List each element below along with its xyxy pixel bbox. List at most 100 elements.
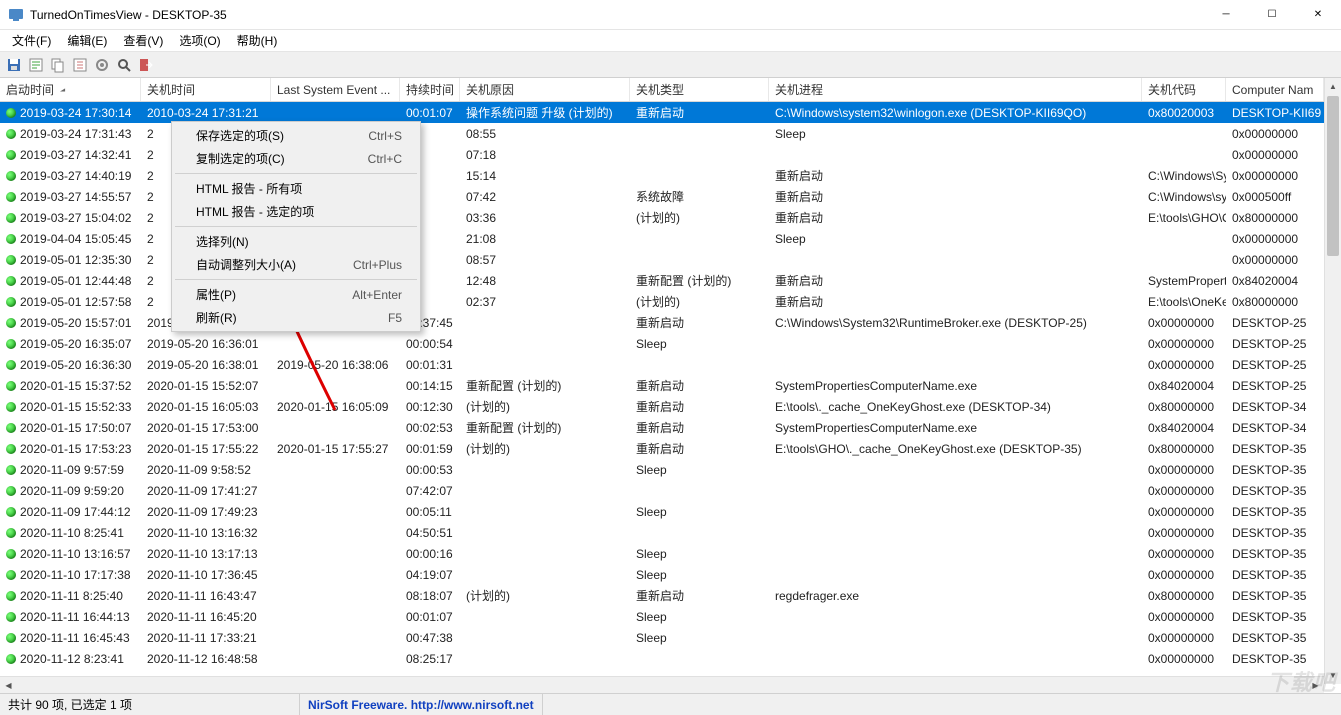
cell: DESKTOP-35: [1226, 463, 1324, 477]
column-header[interactable]: 关机时间: [141, 78, 271, 101]
cell: 0x84020004: [1142, 421, 1226, 435]
exit-button[interactable]: [136, 55, 156, 75]
table-row[interactable]: 2019-05-20 16:35:072019-05-20 16:36:0100…: [0, 333, 1341, 354]
menu-item[interactable]: 文件(F): [4, 30, 59, 51]
find-button[interactable]: [114, 55, 134, 75]
cell: C:\Windows\system32\winlogon.exe (DESKTO…: [769, 106, 1142, 120]
cell: 重新启动: [769, 209, 1142, 226]
column-header[interactable]: 启动时间: [0, 78, 141, 101]
cell: Sleep: [630, 610, 769, 624]
status-dot-icon: [6, 255, 16, 265]
column-header[interactable]: 关机原因: [460, 78, 630, 101]
column-header[interactable]: 关机类型: [630, 78, 769, 101]
context-menu[interactable]: 保存选定的项(S)Ctrl+S复制选定的项(C)Ctrl+C HTML 报告 - …: [171, 121, 421, 332]
table-row[interactable]: 2020-01-15 17:50:072020-01-15 17:53:0000…: [0, 417, 1341, 438]
table-row[interactable]: 2020-11-09 17:44:122020-11-09 17:49:2300…: [0, 501, 1341, 522]
context-menu-item[interactable]: 保存选定的项(S)Ctrl+S: [174, 124, 418, 147]
cell: 操作系统问题 升级 (计划的): [460, 104, 630, 121]
table-row[interactable]: 2020-01-15 15:52:332020-01-15 16:05:0320…: [0, 396, 1341, 417]
htmlreport-button[interactable]: [26, 55, 46, 75]
copy-icon: [50, 57, 66, 73]
menu-item[interactable]: 编辑(E): [59, 30, 115, 51]
cell: 2019-05-20 16:38:01: [141, 358, 271, 372]
cell: DESKTOP-25: [1226, 358, 1324, 372]
cell: DESKTOP-35: [1226, 652, 1324, 666]
table-row[interactable]: 2020-01-15 15:37:522020-01-15 15:52:0700…: [0, 375, 1341, 396]
cell: 2020-11-09 17:44:12: [0, 505, 141, 519]
status-dot-icon: [6, 654, 16, 664]
cell: Sleep: [630, 463, 769, 477]
context-menu-item[interactable]: 刷新(R)F5: [174, 306, 418, 329]
cell: 00:00:16: [400, 547, 460, 561]
context-menu-item[interactable]: 选择列(N): [174, 230, 418, 253]
minimize-button[interactable]: ─: [1203, 0, 1249, 30]
column-header[interactable]: 持续时间: [400, 78, 460, 101]
menu-label: 刷新(R): [196, 309, 237, 326]
menu-label: 自动调整列大小(A): [196, 256, 296, 273]
cell: Sleep: [630, 505, 769, 519]
close-button[interactable]: ✕: [1295, 0, 1341, 30]
scroll-left-button[interactable]: ◀: [0, 677, 17, 693]
context-menu-item[interactable]: 自动调整列大小(A)Ctrl+Plus: [174, 253, 418, 276]
cell: 2020-11-09 17:41:27: [141, 484, 271, 498]
copy-button[interactable]: [48, 55, 68, 75]
menu-label: 属性(P): [196, 286, 236, 303]
context-menu-item[interactable]: HTML 报告 - 所有项: [174, 177, 418, 200]
table-row[interactable]: 2020-11-11 16:45:432020-11-11 17:33:2100…: [0, 627, 1341, 648]
save-button[interactable]: [4, 55, 24, 75]
menu-item[interactable]: 查看(V): [115, 30, 171, 51]
options-button[interactable]: [92, 55, 112, 75]
cell: 15:14: [460, 169, 630, 183]
cell: 0x00000000: [1142, 526, 1226, 540]
horizontal-scrollbar[interactable]: ◀ ▶: [0, 676, 1324, 693]
cell: 0x84020004: [1226, 274, 1324, 288]
table-row[interactable]: 2020-11-09 9:57:592020-11-09 9:58:5200:0…: [0, 459, 1341, 480]
column-header[interactable]: 关机进程: [769, 78, 1142, 101]
menu-label: 选择列(N): [196, 233, 249, 250]
table-row[interactable]: 2019-05-20 16:36:302019-05-20 16:38:0120…: [0, 354, 1341, 375]
cell: 07:18: [460, 148, 630, 162]
cell: 2019-05-20 15:57:01: [0, 316, 141, 330]
menu-item[interactable]: 选项(O): [171, 30, 228, 51]
cell: E:\tools\OneKeyGhost.exe (DESKTOP-25): [1142, 295, 1226, 309]
status-link[interactable]: NirSoft Freeware. http://www.nirsoft.net: [300, 694, 543, 715]
scroll-up-button[interactable]: ▲: [1325, 78, 1341, 95]
table-row[interactable]: 2020-11-12 8:23:412020-11-12 16:48:5808:…: [0, 648, 1341, 669]
cell: (计划的): [460, 587, 630, 604]
cell: 重新启动: [630, 314, 769, 331]
table-row[interactable]: 2020-11-11 8:25:402020-11-11 16:43:4708:…: [0, 585, 1341, 606]
table-row[interactable]: 2020-11-11 16:44:132020-11-11 16:45:2000…: [0, 606, 1341, 627]
cell: DESKTOP-35: [1226, 547, 1324, 561]
cell: 2019-03-24 17:31:43: [0, 127, 141, 141]
cell: 系统故障: [630, 188, 769, 205]
cell: 2019-05-20 16:35:07: [0, 337, 141, 351]
list-header[interactable]: 启动时间关机时间Last System Event ...持续时间关机原因关机类…: [0, 78, 1341, 102]
cell: 07:42:07: [400, 484, 460, 498]
table-row[interactable]: 2020-11-09 9:59:202020-11-09 17:41:2707:…: [0, 480, 1341, 501]
column-header[interactable]: Computer Nam: [1226, 78, 1324, 101]
context-menu-item[interactable]: HTML 报告 - 选定的项: [174, 200, 418, 223]
table-row[interactable]: 2020-11-10 8:25:412020-11-10 13:16:3204:…: [0, 522, 1341, 543]
props-button[interactable]: [70, 55, 90, 75]
column-header[interactable]: 关机代码: [1142, 78, 1226, 101]
context-menu-item[interactable]: 复制选定的项(C)Ctrl+C: [174, 147, 418, 170]
maximize-button[interactable]: ☐: [1249, 0, 1295, 30]
cell: 2020-11-11 16:45:43: [0, 631, 141, 645]
table-row[interactable]: 2020-11-10 17:17:382020-11-10 17:36:4504…: [0, 564, 1341, 585]
cell: 0x000500ff: [1226, 190, 1324, 204]
cell: E:\tools\GHO\._cache_OneKeyGhost.exe (DE…: [769, 442, 1142, 456]
table-row[interactable]: 2020-11-10 13:16:572020-11-10 13:17:1300…: [0, 543, 1341, 564]
column-header[interactable]: Last System Event ...: [271, 78, 400, 101]
cell: 0x00000000: [1226, 148, 1324, 162]
context-menu-item[interactable]: 属性(P)Alt+Enter: [174, 283, 418, 306]
cell: 2020-11-11 16:43:47: [141, 589, 271, 603]
vertical-scrollbar[interactable]: ▲ ▼: [1324, 78, 1341, 684]
menu-item[interactable]: 帮助(H): [229, 30, 286, 51]
menu-shortcut: Ctrl+C: [368, 152, 402, 166]
cell: C:\Windows\system32\winlogon.exe (DESKTO…: [1142, 190, 1226, 204]
table-row[interactable]: 2019-03-24 17:30:142010-03-24 17:31:2100…: [0, 102, 1341, 123]
scroll-thumb[interactable]: [1327, 96, 1339, 256]
cell: 2020-11-10 17:36:45: [141, 568, 271, 582]
status-dot-icon: [6, 150, 16, 160]
table-row[interactable]: 2020-01-15 17:53:232020-01-15 17:55:2220…: [0, 438, 1341, 459]
